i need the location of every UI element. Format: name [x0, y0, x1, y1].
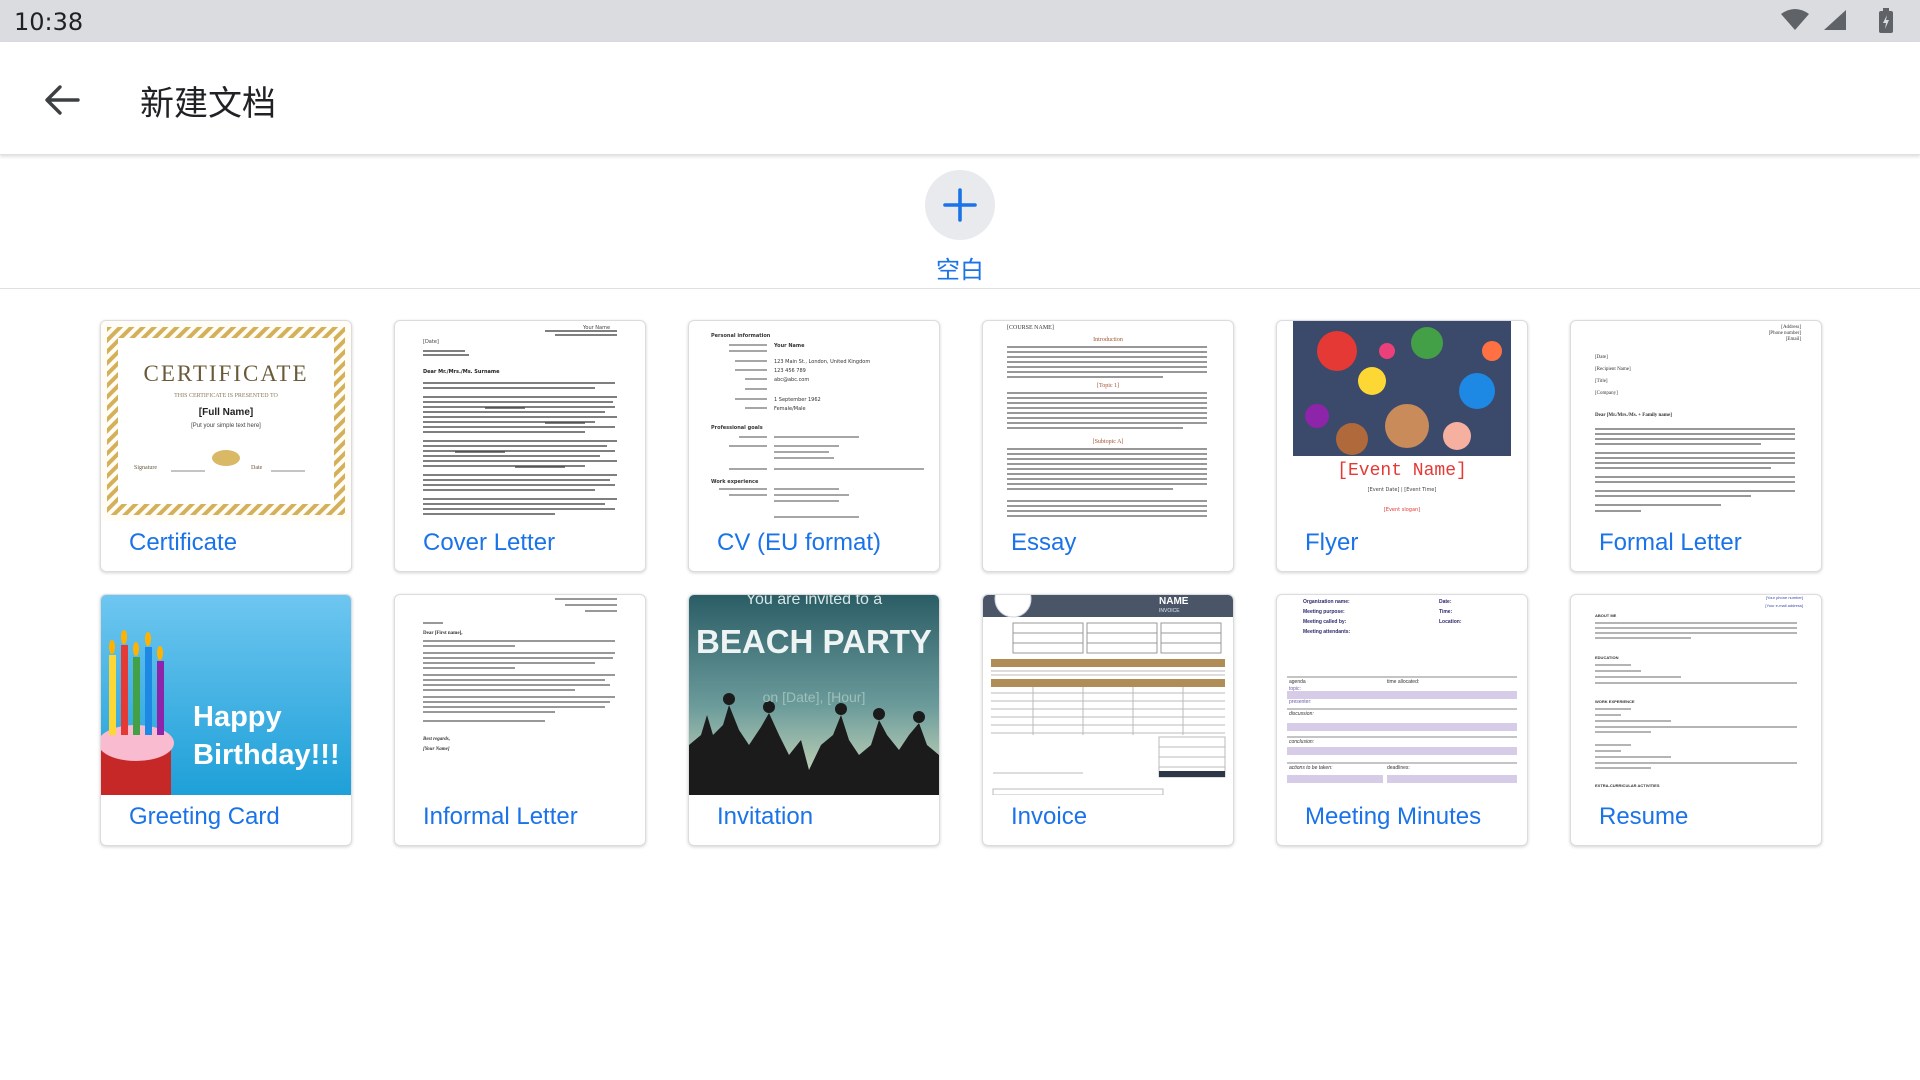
- certificate-thumbnail: CERTIFICATE THIS CERTIFICATE IS PRESENTE…: [101, 321, 351, 521]
- certificate-name: [Full Name]: [198, 407, 254, 418]
- invitation-line3: on [Date], [Hour]: [762, 689, 866, 705]
- page-title: 新建文档: [140, 84, 276, 124]
- greeting-line1: Happy: [193, 701, 282, 733]
- status-time: 10:38: [14, 8, 84, 36]
- greeting-card-thumbnail: Happy Birthday!!!: [101, 595, 351, 795]
- template-label: Essay: [1011, 529, 1077, 556]
- signal-icon: [1824, 10, 1846, 30]
- certificate-heading: CERTIFICATE: [143, 361, 309, 386]
- template-greeting-card[interactable]: Happy Birthday!!! Greeting Card: [100, 594, 352, 846]
- flyer-event-name: [Event Name]: [1337, 461, 1467, 481]
- template-formal-letter[interactable]: [Address] [Phone number] [Email] [Date] …: [1570, 320, 1822, 572]
- minutes-actions: actions to be taken:: [1289, 765, 1333, 771]
- battery-icon: [1879, 8, 1893, 33]
- minutes-agenda: agenda: [1289, 679, 1306, 685]
- minutes-time: Time:: [1439, 609, 1453, 615]
- minutes-location: Location:: [1439, 619, 1462, 625]
- status-bar: 10:38: [0, 0, 1920, 42]
- template-label: Flyer: [1305, 529, 1359, 556]
- invoice-subtitle: INVOICE: [1159, 608, 1180, 614]
- minutes-presenter: presenter:: [1289, 699, 1312, 705]
- template-cover-letter[interactable]: Your Name [Date] Dear Mr./Mrs./Ms. Surna…: [394, 320, 646, 572]
- invoice-name: NAME: [1159, 596, 1189, 607]
- minutes-deadlines: deadlines:: [1387, 765, 1410, 771]
- certificate-signature: Signature: [134, 465, 157, 471]
- invitation-line2: BEACH PARTY: [696, 623, 932, 660]
- certificate-subheading: THIS CERTIFICATE IS PRESENTED TO: [174, 393, 278, 399]
- minutes-allocated: time allocated:: [1387, 679, 1420, 685]
- minutes-discussion: discussion:: [1289, 711, 1314, 717]
- arrow-left-icon: [45, 85, 80, 115]
- minutes-called: Meeting called by:: [1303, 619, 1347, 625]
- certificate-note: [Put your simple text here]: [191, 423, 261, 429]
- flyer-slogan: [Event slogan]: [1383, 507, 1421, 513]
- template-invitation[interactable]: You are invited to a BEACH PARTY on [Dat…: [688, 594, 940, 846]
- template-certificate[interactable]: CERTIFICATE THIS CERTIFICATE IS PRESENTE…: [100, 320, 352, 572]
- template-label: Resume: [1599, 803, 1689, 830]
- template-resume[interactable]: [Your phone number] [Your e-mail address…: [1570, 594, 1822, 846]
- template-label: Cover Letter: [423, 529, 556, 556]
- plus-icon: [943, 188, 977, 222]
- template-meeting-minutes[interactable]: Organization name: Meeting purpose: Meet…: [1276, 594, 1528, 846]
- minutes-attendants: Meeting attendants:: [1303, 629, 1351, 635]
- essay-thumbnail: [COURSE NAME] Introduction [Topic 1] [Su…: [983, 321, 1233, 521]
- cv-thumbnail: Personal information Your Name 123 Main …: [689, 321, 939, 521]
- flyer-thumbnail: [Event Name] [Event Date] | [Event Time]…: [1277, 321, 1527, 521]
- template-label: Meeting Minutes: [1305, 803, 1482, 830]
- flyer-date: [Event Date] | [Event Time]: [1367, 487, 1437, 493]
- certificate-date: Date: [251, 465, 263, 471]
- invitation-thumbnail: You are invited to a BEACH PARTY on [Dat…: [689, 595, 939, 795]
- template-label: CV (EU format): [717, 529, 882, 556]
- app-bar: 新建文档: [0, 42, 1920, 155]
- template-cv[interactable]: Personal information Your Name 123 Main …: [688, 320, 940, 572]
- template-label: Greeting Card: [129, 803, 280, 830]
- minutes-org: Organization name:: [1303, 599, 1350, 605]
- template-label: Formal Letter: [1599, 529, 1742, 556]
- template-label: Invitation: [717, 803, 814, 830]
- blank-document-button[interactable]: [925, 170, 995, 240]
- meeting-minutes-thumbnail: Organization name: Meeting purpose: Meet…: [1277, 595, 1527, 795]
- template-flyer[interactable]: [Event Name] [Event Date] | [Event Time]…: [1276, 320, 1528, 572]
- blank-label: 空白: [936, 256, 984, 284]
- minutes-conclusion: conclusion:: [1289, 739, 1315, 745]
- invoice-thumbnail: NAME INVOICE: [983, 595, 1233, 795]
- wifi-icon: [1781, 9, 1809, 30]
- minutes-topic: topic:: [1289, 686, 1301, 692]
- minutes-date: Date:: [1439, 599, 1452, 605]
- template-invoice[interactable]: NAME INVOICE Invoice: [982, 594, 1234, 846]
- back-button[interactable]: [36, 74, 88, 126]
- resume-thumbnail: [Your phone number] [Your e-mail address…: [1571, 595, 1821, 795]
- greeting-line2: Birthday!!!: [193, 739, 340, 771]
- informal-letter-thumbnail: Dear [First name], Best regards, [Your N…: [395, 595, 645, 795]
- cover-letter-thumbnail: Your Name [Date] Dear Mr./Mrs./Ms. Surna…: [395, 321, 645, 521]
- template-label: Certificate: [129, 529, 238, 556]
- minutes-purpose: Meeting purpose:: [1303, 609, 1345, 615]
- template-informal-letter[interactable]: Dear [First name], Best regards, [Your N…: [394, 594, 646, 846]
- template-label: Informal Letter: [423, 803, 578, 830]
- blank-section: 空白: [0, 158, 1920, 289]
- template-essay[interactable]: [COURSE NAME] Introduction [Topic 1] [Su…: [982, 320, 1234, 572]
- invitation-line1: You are invited to a: [745, 595, 883, 608]
- formal-letter-thumbnail: [Address] [Phone number] [Email] [Date] …: [1571, 321, 1821, 521]
- template-label: Invoice: [1011, 803, 1088, 830]
